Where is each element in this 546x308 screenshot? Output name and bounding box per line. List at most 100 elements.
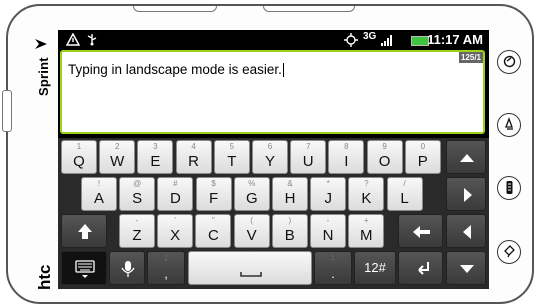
key-label: I <box>344 153 349 170</box>
search-button[interactable] <box>497 240 521 264</box>
carrier-logo: Sprint <box>36 57 51 96</box>
key-alt-label: / <box>403 179 406 188</box>
key-alt-label: @ <box>133 179 142 188</box>
key-alt-label: ? <box>364 179 369 188</box>
clock: 11:17 AM <box>427 32 483 47</box>
voice-input-key[interactable] <box>109 251 145 285</box>
key-w[interactable]: 2W <box>99 140 136 174</box>
arrow-left-key[interactable] <box>446 214 486 248</box>
key-s[interactable]: @ S <box>119 177 156 211</box>
key-label: D <box>169 190 181 207</box>
arrow-down-icon <box>460 265 474 273</box>
period-key-label: . <box>331 266 335 281</box>
key-alt-label: ! <box>97 179 101 188</box>
period-key[interactable]: : . <box>314 251 352 285</box>
on-screen-keyboard: 1Q2W3E4R5T6Y7U8I9O0P ! A @ S # D $ F% G & H * J? K / L … <box>58 138 489 289</box>
key-alt-label: 8 <box>344 142 349 151</box>
comma-key[interactable]: ; , <box>147 251 185 285</box>
search-icon <box>503 245 515 258</box>
shift-key[interactable] <box>61 214 107 248</box>
top-button <box>133 6 217 12</box>
warning-icon <box>66 33 80 46</box>
gps-icon <box>344 33 358 47</box>
enter-icon <box>418 262 429 275</box>
key-n[interactable]: -N <box>310 214 346 248</box>
key-z[interactable]: -Z <box>119 214 155 248</box>
key-c[interactable]: " C <box>195 214 232 248</box>
key-label: A <box>93 190 104 207</box>
key-f[interactable]: $ F <box>195 177 232 211</box>
key-p[interactable]: 0P <box>404 140 441 174</box>
key-t[interactable]: 5T <box>213 140 250 174</box>
key-label: Z <box>132 227 142 244</box>
key-label: K <box>361 190 372 207</box>
arrow-up-icon <box>460 154 474 162</box>
numbers-key[interactable]: 12# <box>354 251 396 285</box>
key-q[interactable]: 1Q <box>61 140 97 174</box>
key-v[interactable]: (V <box>233 214 270 248</box>
home-button[interactable] <box>497 50 521 74</box>
enter-key[interactable] <box>398 251 443 285</box>
text-cursor <box>282 63 284 78</box>
key-label: V <box>246 227 257 244</box>
key-m[interactable]: + M <box>348 214 385 248</box>
key-alt-label: % <box>248 179 256 188</box>
arrow-right-icon <box>464 188 472 202</box>
shift-icon <box>78 224 92 239</box>
key-label: R <box>188 153 200 170</box>
key-a[interactable]: ! A <box>81 177 117 211</box>
key-alt-label: ) <box>288 216 292 225</box>
key-alt-label: 3 <box>153 142 158 151</box>
key-label: U <box>302 153 314 170</box>
key-alt-label: " <box>211 216 215 225</box>
keyboard-settings-key[interactable] <box>61 251 107 285</box>
space-icon <box>240 272 262 277</box>
key-e[interactable]: 3E <box>137 140 174 174</box>
numbers-key-label: 12# <box>364 260 386 275</box>
key-label: P <box>417 153 428 170</box>
key-r[interactable]: 4R <box>175 140 212 174</box>
menu-icon <box>504 117 513 130</box>
key-h[interactable]: & H <box>272 177 308 211</box>
arrow-down-key[interactable] <box>446 251 486 285</box>
top-button <box>263 6 355 12</box>
key-i[interactable]: 8I <box>328 140 365 174</box>
key-alt-label: * <box>326 179 330 188</box>
menu-button[interactable] <box>497 113 521 137</box>
backspace-key[interactable] <box>398 214 443 248</box>
key-label: M <box>359 227 373 244</box>
message-text-field[interactable]: Typing in landscape mode is easier. 125/… <box>60 50 485 134</box>
usb-icon <box>87 34 97 46</box>
key-alt-label: & <box>287 179 293 188</box>
key-label: L <box>400 190 409 207</box>
comma-key-alt: ; <box>164 253 168 262</box>
microphone-icon <box>121 261 135 277</box>
key-label: J <box>324 190 332 207</box>
key-label: Y <box>264 153 275 170</box>
key-b[interactable]: ) B <box>271 214 308 248</box>
key-alt-label: 6 <box>267 142 273 151</box>
key-k[interactable]: ? K <box>348 177 385 211</box>
key-l[interactable]: / L <box>386 177 423 211</box>
arrow-right-key[interactable] <box>446 177 486 211</box>
key-j[interactable]: * J <box>310 177 347 211</box>
key-label: C <box>207 227 219 244</box>
key-alt-label: 2 <box>114 142 120 151</box>
key-label: Q <box>73 153 85 170</box>
key-alt-label: - <box>326 216 330 225</box>
key-o[interactable]: 9O <box>366 140 403 174</box>
space-key[interactable] <box>188 251 312 285</box>
key-d[interactable]: # D <box>157 177 194 211</box>
key-alt-label: 5 <box>229 142 235 151</box>
key-label: H <box>284 190 296 207</box>
key-y[interactable]: 6Y <box>252 140 288 174</box>
back-button[interactable] <box>497 176 521 200</box>
arrow-up-key[interactable] <box>446 140 486 174</box>
key-label: N <box>322 227 334 244</box>
sprint-logo-icon <box>35 39 47 49</box>
key-x[interactable]: ' X <box>157 214 194 248</box>
character-counter: 125/1 <box>458 52 483 63</box>
network-type: 3G <box>363 31 377 42</box>
key-g[interactable]: % G <box>233 177 270 211</box>
key-u[interactable]: 7U <box>290 140 327 174</box>
